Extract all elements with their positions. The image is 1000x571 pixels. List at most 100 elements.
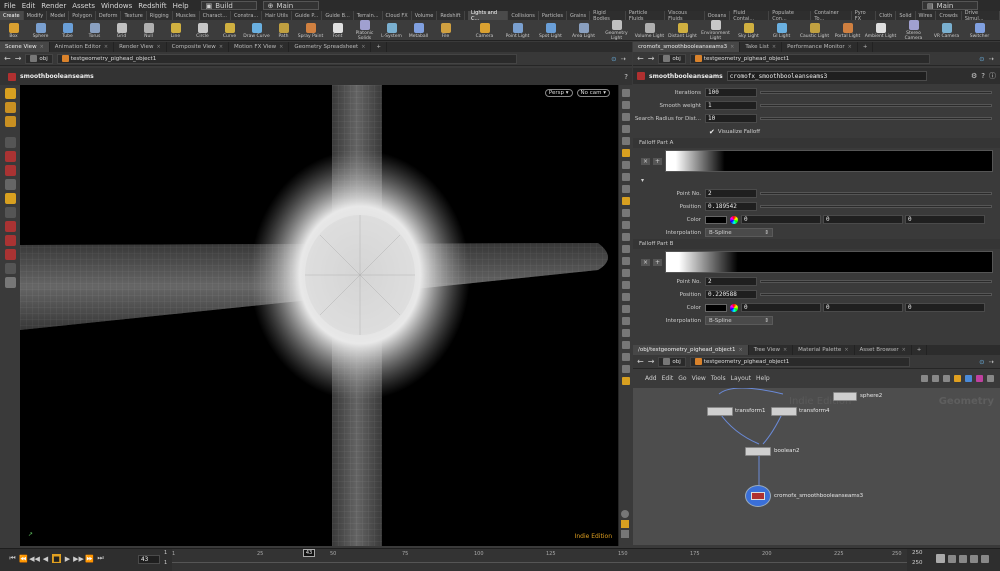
display-option-icon[interactable] [621,365,630,373]
persp-menu[interactable]: Persp ▾ [544,89,573,97]
node-sphere2[interactable] [833,392,857,401]
point-no-field[interactable]: 2 [705,189,757,198]
back-arrow-icon[interactable]: ← [4,54,11,63]
path-root[interactable]: obj [25,53,53,64]
current-frame-field[interactable]: 43 [138,555,160,564]
menu-render[interactable]: Render [41,2,66,10]
search-radius-field[interactable]: 10 [705,114,757,123]
shelf-tool-volume-light[interactable]: Volume Light [633,22,666,39]
tab-param-node[interactable]: cromofx_smoothbooleanseams3 × [633,42,741,52]
display-option-icon[interactable] [621,341,630,349]
note-icon[interactable] [954,375,961,382]
scene-selector[interactable]: ⊕ Main [262,1,319,10]
display-option-icon[interactable] [621,161,630,169]
cam-menu[interactable]: No cam ▾ [576,89,610,97]
search-radius-slider[interactable] [760,117,992,120]
display-option-icon[interactable] [621,173,630,181]
display-option-icon[interactable] [621,221,630,229]
tab-animation-editor[interactable]: Animation Editor × [50,42,115,52]
menu-edit[interactable]: Edit [22,2,36,10]
shelf-tool-spot-light[interactable]: Spot Light [534,22,567,39]
falloff-b-header[interactable]: Falloff Part B [633,239,1000,249]
shelf-tool-point-light[interactable]: Point Light [501,22,534,39]
render-icon[interactable] [4,263,16,274]
close-icon[interactable]: × [156,44,160,50]
jump-end-icon[interactable]: ⏭ [96,554,105,563]
display-option-icon[interactable] [621,245,630,253]
shelf-tool-environment-light[interactable]: Environment Light [699,19,732,41]
desktop-selector[interactable]: ▣ Build [200,1,257,10]
shelf-tool-draw-curve[interactable]: Draw Curve [243,22,270,39]
layout-icon[interactable] [621,520,629,528]
view-tool-icon[interactable] [4,193,16,204]
shelf-tool-path[interactable]: Path [270,22,297,39]
timeline-ruler[interactable]: 1 25 43 50 75 100 125 150 175 200 225 25… [172,549,907,571]
net-menu-layout[interactable]: Layout [731,375,751,382]
color-r-field[interactable]: 0 [741,303,821,312]
network-editor[interactable]: Indie Edition Geometry transform1 transf… [633,388,1000,545]
help-icon[interactable]: ? [981,72,985,80]
prev-key-icon[interactable]: ⏪ [19,554,28,563]
visualize-checkbox[interactable]: ✔ [709,128,715,136]
back-arrow-icon[interactable]: ← [637,357,644,366]
tab-render-view[interactable]: Render View × [114,42,167,52]
info-icon[interactable]: ⓘ [989,71,996,81]
shelf-tool-platonic-solids[interactable]: Platonic Solids [351,19,378,41]
shelf-tool-distant-light[interactable]: Distant Light [666,22,699,39]
close-icon[interactable]: × [902,347,906,353]
point-no-slider[interactable] [760,280,992,283]
menu-redshift[interactable]: Redshift [138,2,166,10]
close-icon[interactable]: × [848,44,852,50]
net-menu-tools[interactable]: Tools [711,375,726,382]
smooth-weight-slider[interactable] [760,104,992,107]
translate-icon[interactable] [4,151,16,162]
color-b-field[interactable]: 0 [905,215,985,224]
scale-icon[interactable] [4,179,16,190]
node-smoothbooleanseams[interactable] [745,485,771,507]
move-tool-icon[interactable] [4,102,16,113]
link-icon[interactable]: ⇢ [621,55,626,63]
display-option-icon[interactable] [621,377,630,385]
shelf-tool-spray-paint[interactable]: Spray Paint [297,22,324,39]
color-g-field[interactable]: 0 [823,215,903,224]
display-option-icon[interactable] [621,257,630,265]
forward-arrow-icon[interactable]: → [648,54,655,63]
position-slider[interactable] [760,293,992,296]
gear-icon[interactable]: ⚙ [971,72,977,80]
shelf-tool-grid[interactable]: Grid [108,22,135,39]
menu-windows[interactable]: Windows [101,2,132,10]
playhead[interactable]: 43 [303,549,315,557]
display-option-icon[interactable] [621,317,630,325]
display-option-icon[interactable] [621,329,630,337]
highlight-icon[interactable] [621,149,630,157]
node-transform4[interactable] [771,407,797,416]
shelf-tool-sky-light[interactable]: Sky Light [732,22,765,39]
shelf-tool-stereo-camera[interactable]: Stereo Camera [897,19,930,41]
tab-network-path[interactable]: /obj/testgeometry_pighead_object1 × [633,345,749,355]
interpolation-menu[interactable]: B-Spline ⇕ [705,228,773,237]
color-wheel-icon[interactable] [730,215,738,224]
settings-icon[interactable] [981,554,989,563]
audio-icon[interactable] [959,554,967,563]
link-icon[interactable]: ⇢ [989,358,994,366]
net-menu-add[interactable]: Add [645,375,657,382]
tag-icon[interactable] [4,235,16,246]
net-menu-help[interactable]: Help [756,375,770,382]
position-field[interactable]: 0.220588 [705,290,757,299]
shelf-tool-line[interactable]: Line [162,22,189,39]
net-menu-view[interactable]: View [692,375,706,382]
tab-motion-fx-view[interactable]: Motion FX View × [229,42,290,52]
tree-icon[interactable] [943,375,950,382]
node-boolean2[interactable] [745,447,771,456]
pose-tool-icon[interactable] [4,137,16,148]
pin-icon[interactable]: ⊙ [979,55,984,63]
add-tab-icon[interactable]: + [371,42,387,52]
remove-point-icon[interactable]: × [641,157,651,165]
palette-icon[interactable] [976,375,983,382]
magnet-icon[interactable] [4,221,16,232]
display-option-icon[interactable] [621,185,630,193]
color-swatch[interactable] [705,215,727,224]
display-option-icon[interactable] [621,89,630,97]
step-forward-icon[interactable]: ▶▶ [73,554,84,563]
select-tool-icon[interactable] [4,88,16,99]
